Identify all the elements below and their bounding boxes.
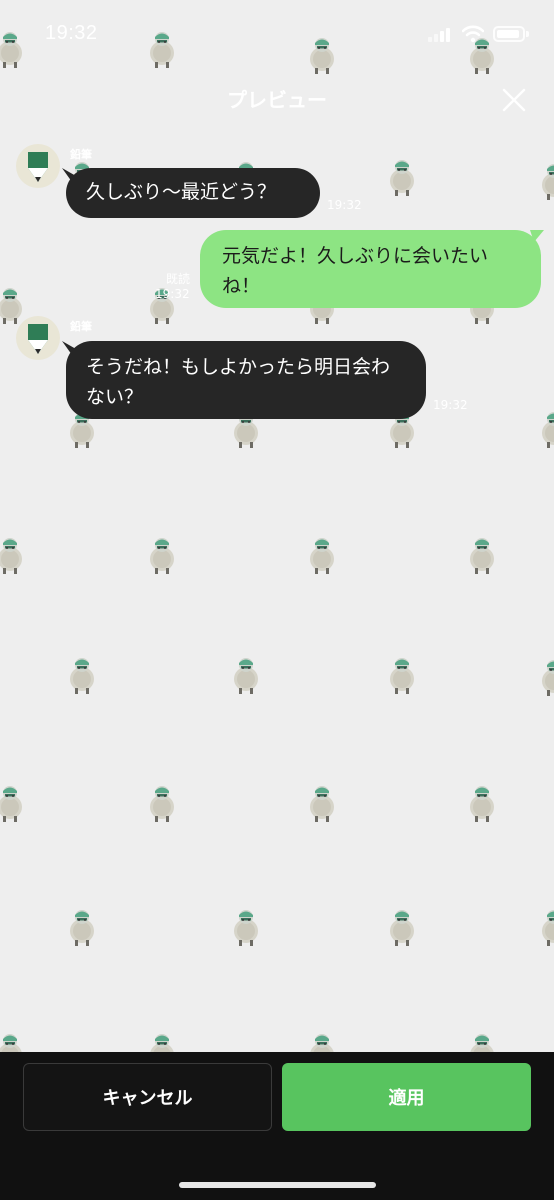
close-icon[interactable] [498, 84, 530, 116]
sheep-pattern-icon [540, 410, 554, 448]
sheep-pattern-icon [468, 1032, 496, 1052]
sheep-pattern-icon [308, 1032, 336, 1052]
message-bubble[interactable]: 元気だよ！久しぶりに会いたいね！ [200, 230, 541, 308]
message-bubble[interactable]: 久しぶり〜最近どう？ [66, 168, 320, 218]
sheep-pattern-icon [232, 656, 260, 694]
sheep-pattern-icon [540, 908, 554, 946]
sheep-pattern-icon [68, 908, 96, 946]
cancel-button[interactable]: キャンセル [23, 1063, 272, 1131]
sheep-pattern-icon [0, 536, 24, 574]
pencil-avatar-icon [28, 324, 48, 354]
sheep-pattern-icon [148, 784, 176, 822]
bottom-action-bar: キャンセル 適用 [0, 1052, 554, 1200]
sheep-pattern-icon [540, 162, 554, 200]
sender-name: 鉛筆 [70, 320, 92, 333]
sheep-pattern-icon [540, 658, 554, 696]
sheep-pattern-icon [148, 536, 176, 574]
message-time: 19:32 [155, 287, 190, 301]
message-time: 19:32 [433, 398, 468, 412]
sheep-pattern-icon [68, 656, 96, 694]
bubble-tail [530, 230, 544, 242]
sheep-pattern-icon [0, 1032, 24, 1052]
home-indicator[interactable] [179, 1182, 376, 1188]
battery-icon [493, 26, 529, 42]
sender-name: 鉛筆 [70, 148, 92, 161]
sheep-pattern-icon [148, 1032, 176, 1052]
sheep-pattern-icon [468, 536, 496, 574]
sheep-pattern-icon [388, 908, 416, 946]
avatar[interactable] [16, 316, 60, 360]
sheep-pattern-icon [0, 286, 24, 324]
message-bubble[interactable]: そうだね！もしよかったら明日会わない？ [66, 341, 426, 419]
sheep-pattern-icon [308, 536, 336, 574]
sheep-pattern-icon [308, 784, 336, 822]
status-time: 19:32 [45, 22, 98, 44]
pencil-avatar-icon [28, 152, 48, 182]
cellular-signal-icon [428, 28, 454, 42]
status-bar: 19:32 [0, 0, 554, 70]
page-title: プレビュー [227, 88, 327, 112]
sheep-pattern-icon [388, 656, 416, 694]
sheep-pattern-icon [232, 908, 260, 946]
message-text: 元気だよ！久しぶりに会いたいね！ [222, 245, 489, 297]
wifi-icon [462, 25, 484, 43]
sheep-pattern-icon [0, 784, 24, 822]
avatar[interactable] [16, 144, 60, 188]
message-time: 19:32 [327, 198, 362, 212]
read-receipt: 既読 [166, 272, 191, 286]
sheep-pattern-icon [388, 158, 416, 196]
message-text: 久しぶり〜最近どう？ [86, 181, 277, 203]
sheep-pattern-icon [468, 784, 496, 822]
apply-button[interactable]: 適用 [282, 1063, 531, 1131]
message-text: そうだね！もしよかったら明日会わない？ [86, 356, 391, 408]
